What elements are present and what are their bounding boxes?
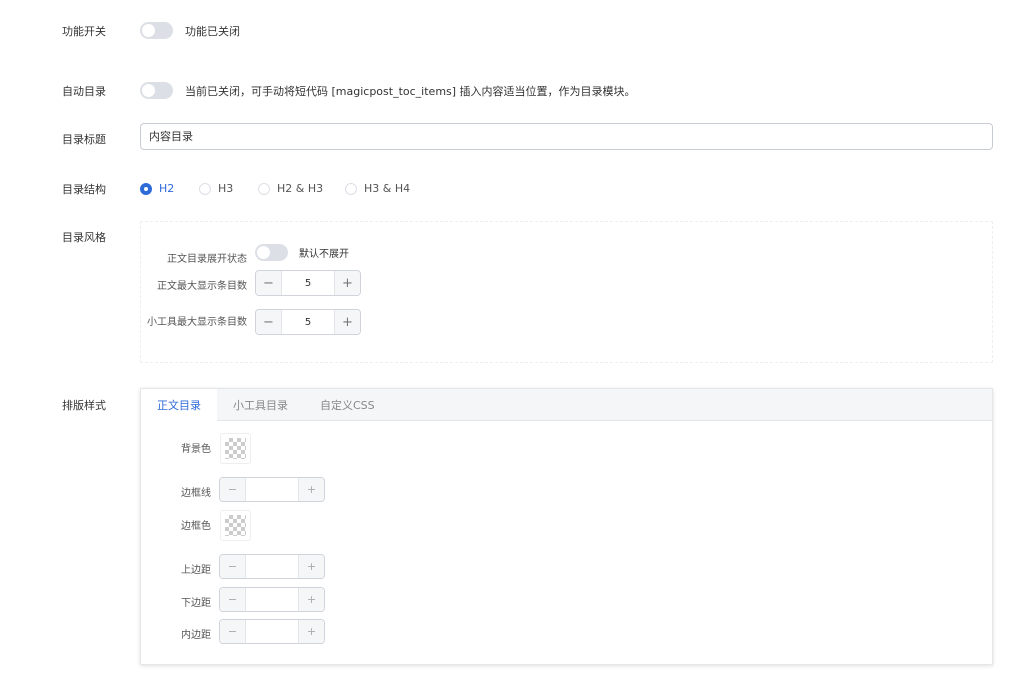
widget-max-stepper[interactable]: − 5 + xyxy=(255,309,361,335)
widget-max-label: 小工具最大显示条目数 xyxy=(147,317,247,328)
expand-status: 默认不展开 xyxy=(299,249,349,260)
border-line-input[interactable] xyxy=(245,478,299,501)
layout-style-label: 排版样式 xyxy=(62,399,106,412)
minus-button[interactable]: − xyxy=(256,271,281,295)
radio-dot xyxy=(345,182,357,195)
border-color-picker[interactable] xyxy=(220,510,251,541)
toc-title-label: 目录标题 xyxy=(62,133,106,146)
radio-dot xyxy=(199,182,211,195)
toc-style-label: 目录风格 xyxy=(62,231,106,244)
plus-button[interactable]: + xyxy=(335,310,360,334)
border-line-label: 边框线 xyxy=(181,488,211,499)
radio-label: H2 & H3 xyxy=(277,182,324,195)
radio-label: H2 xyxy=(159,182,175,195)
radio-h2-h3[interactable]: H2 & H3 xyxy=(258,182,323,195)
max-items-stepper[interactable]: − 5 + xyxy=(255,270,361,296)
bg-color-picker[interactable] xyxy=(220,433,251,464)
margin-top-stepper[interactable]: − + xyxy=(219,554,325,579)
plus-button[interactable]: + xyxy=(299,555,324,578)
margin-bottom-label: 下边距 xyxy=(181,598,211,609)
radio-h3[interactable]: H3 xyxy=(199,182,233,195)
expand-toggle[interactable] xyxy=(255,244,288,261)
tab-main-toc[interactable]: 正文目录 xyxy=(141,389,217,422)
padding-stepper[interactable]: − + xyxy=(219,619,325,644)
expand-label: 正文目录展开状态 xyxy=(167,254,247,265)
radio-h3-h4[interactable]: H3 & H4 xyxy=(345,182,410,195)
radio-dot xyxy=(140,182,152,195)
plus-button[interactable]: + xyxy=(299,478,324,501)
margin-bottom-input[interactable] xyxy=(245,588,299,611)
feature-switch-toggle[interactable] xyxy=(140,22,173,39)
margin-bottom-stepper[interactable]: − + xyxy=(219,587,325,612)
max-items-label: 正文最大显示条目数 xyxy=(157,281,247,292)
minus-button[interactable]: − xyxy=(220,588,245,611)
plus-button[interactable]: + xyxy=(299,588,324,611)
margin-top-input[interactable] xyxy=(245,555,299,578)
auto-toc-status: 当前已关闭，可手动将短代码 [magicpost_toc_items] 插入内容… xyxy=(185,85,636,98)
tab-bar: 正文目录 小工具目录 自定义CSS xyxy=(141,389,992,422)
widget-max-value[interactable]: 5 xyxy=(281,310,335,334)
border-line-stepper[interactable]: − + xyxy=(219,477,325,502)
toc-structure-label: 目录结构 xyxy=(62,183,106,196)
auto-toc-toggle[interactable] xyxy=(140,82,173,99)
radio-h2[interactable]: H2 xyxy=(140,182,174,195)
feature-switch-status: 功能已关闭 xyxy=(185,25,240,38)
max-items-value[interactable]: 5 xyxy=(281,271,335,295)
border-color-label: 边框色 xyxy=(181,521,211,532)
padding-input[interactable] xyxy=(245,620,299,643)
radio-dot xyxy=(258,182,270,195)
minus-button[interactable]: − xyxy=(220,620,245,643)
radio-label: H3 & H4 xyxy=(364,182,411,195)
tab-widget-toc[interactable]: 小工具目录 xyxy=(217,389,304,421)
plus-button[interactable]: + xyxy=(335,271,360,295)
minus-button[interactable]: − xyxy=(220,555,245,578)
minus-button[interactable]: − xyxy=(220,478,245,501)
toc-title-input[interactable]: 内容目录 xyxy=(140,123,993,150)
transparent-swatch-icon xyxy=(225,438,246,459)
radio-label: H3 xyxy=(218,182,234,195)
plus-button[interactable]: + xyxy=(299,620,324,643)
feature-switch-label: 功能开关 xyxy=(62,25,106,38)
minus-button[interactable]: − xyxy=(256,310,281,334)
margin-top-label: 上边距 xyxy=(181,565,211,576)
padding-label: 内边距 xyxy=(181,630,211,641)
tab-custom-css[interactable]: 自定义CSS xyxy=(304,389,391,421)
transparent-swatch-icon xyxy=(225,515,246,536)
bg-color-label: 背景色 xyxy=(181,444,211,455)
auto-toc-label: 自动目录 xyxy=(62,85,106,98)
